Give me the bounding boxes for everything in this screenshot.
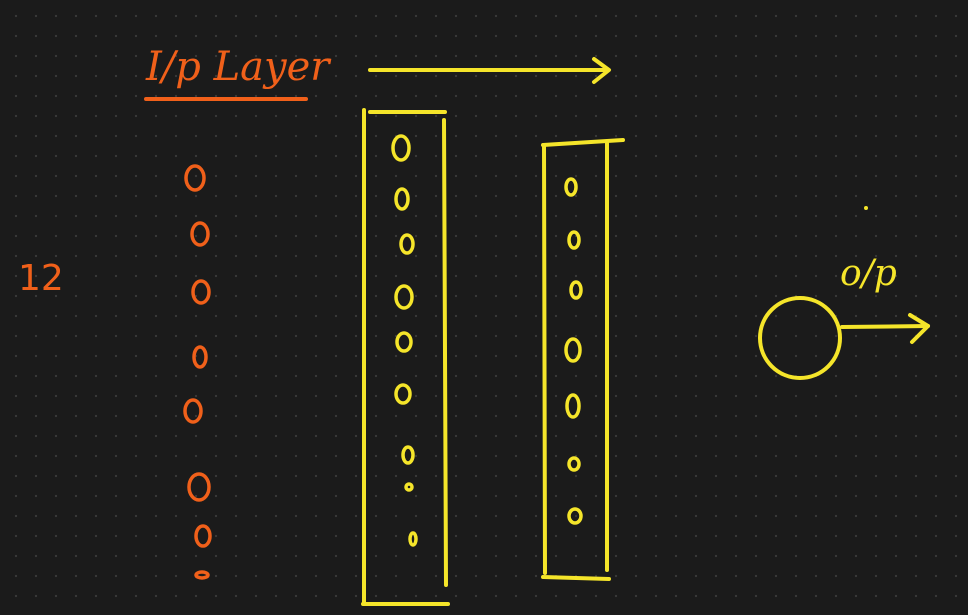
input-layer-title: I/p Layer xyxy=(145,44,332,90)
hidden-1-neuron xyxy=(394,284,414,310)
hidden-2-neuron xyxy=(569,280,583,300)
hidden-layer-2-neurons xyxy=(564,177,583,525)
input-neuron xyxy=(190,221,210,247)
neural-network-diagram: I/p Layer 12 o/p xyxy=(18,44,930,606)
hidden-1-neuron xyxy=(401,445,415,465)
hidden-1-neuron xyxy=(408,531,418,547)
hidden-1-neuron xyxy=(395,331,413,353)
input-neuron xyxy=(192,345,208,369)
output-arrow-icon xyxy=(840,313,930,344)
hidden-1-neuron xyxy=(394,187,410,211)
hidden-2-neuron xyxy=(567,456,581,472)
hidden-1-neuron xyxy=(399,233,415,255)
hidden-layer-1-box xyxy=(361,108,450,606)
hidden-2-neuron xyxy=(564,337,582,363)
hidden-2-neuron xyxy=(564,177,578,197)
hidden-2-neuron xyxy=(567,507,583,525)
input-neuron xyxy=(183,398,203,424)
output-label: o/p xyxy=(840,253,897,294)
input-neuron xyxy=(194,570,210,580)
output-neuron xyxy=(758,296,842,380)
hidden-2-neuron xyxy=(567,230,581,250)
stray-dot xyxy=(864,206,868,210)
hidden-1-neuron xyxy=(394,383,412,405)
input-neuron xyxy=(191,279,211,305)
hidden-1-neuron xyxy=(391,134,411,162)
input-neuron xyxy=(187,472,211,502)
hidden-2-neuron xyxy=(565,393,581,419)
hidden-layer-1-neurons xyxy=(391,134,418,547)
hidden-layer-2-box xyxy=(541,138,625,581)
input-layer-neurons xyxy=(183,164,212,580)
input-count-label: 12 xyxy=(18,258,64,299)
hidden-1-neuron xyxy=(404,482,414,492)
input-neuron xyxy=(184,164,206,192)
flow-arrow-icon xyxy=(368,57,611,84)
input-neuron xyxy=(194,524,212,548)
